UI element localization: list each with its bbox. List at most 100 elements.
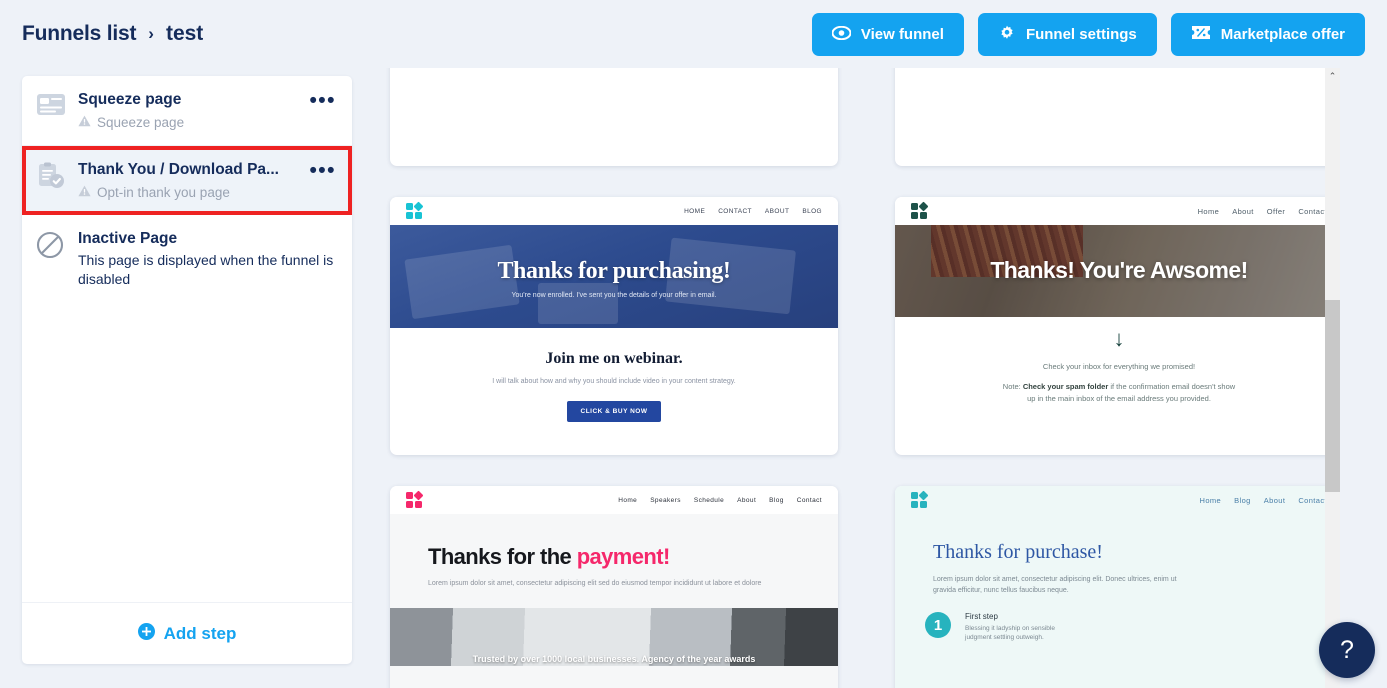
template-card-gym[interactable]: Your journey starts today with one small… (895, 68, 1331, 166)
scroll-up-arrow-icon[interactable]: ⌃ (1325, 68, 1340, 84)
warning-triangle-icon (78, 184, 91, 201)
template-grid: Schedule Meeting Check Blog Posts Your j… (371, 68, 1331, 688)
headline-paragraph: Lorem ipsum dolor sit amet, consectetur … (933, 576, 1177, 594)
nav-link[interactable]: About (737, 497, 756, 504)
step-subtitle: Opt-in thank you page (97, 185, 230, 200)
scrollbar-thumb[interactable] (1325, 300, 1340, 492)
thank-you-page-icon (36, 160, 70, 195)
ticket-icon (1191, 25, 1211, 44)
step-title: Thank You / Download Pa... (78, 161, 279, 178)
nav-links: Home About Offer Contact (1198, 207, 1327, 216)
step-body: Thank You / Download Pa... Opt-in thank … (70, 160, 309, 201)
nav-link[interactable]: Blog (1234, 496, 1251, 505)
nav-link[interactable]: Home (1200, 496, 1222, 505)
help-button[interactable]: ? (1319, 622, 1375, 678)
nav-link[interactable]: Home (618, 497, 637, 504)
nav-link[interactable]: About (1264, 496, 1286, 505)
warning-triangle-icon (78, 114, 91, 131)
template-card-purple-buttons[interactable]: Schedule Meeting Check Blog Posts (390, 68, 838, 166)
headline-block: Thanks for purchase! Lorem ipsum dolor s… (895, 514, 1331, 596)
nav-link[interactable]: HOME (684, 208, 705, 215)
step-number-badge: 1 (925, 612, 951, 638)
brand-logo-icon (406, 490, 424, 508)
note-bold: Check your spam folder (1022, 382, 1109, 391)
step-options-menu[interactable]: ••• (309, 160, 336, 181)
headline-block: Thanks for the payment! Lorem ipsum dolo… (390, 514, 838, 587)
hero-banner: Thanks! You're Awsome! (895, 225, 1331, 317)
hero-title: Thanks! You're Awsome! (990, 257, 1248, 283)
squeeze-page-icon (36, 90, 70, 123)
gear-icon (998, 24, 1016, 46)
sidebar-step-inactive-page[interactable]: Inactive Page This page is displayed whe… (22, 215, 352, 303)
step-subtitle-row: Squeeze page (78, 114, 309, 131)
nav-link[interactable]: Contact (1298, 496, 1327, 505)
step-title: First step (965, 612, 998, 621)
brand-logo-icon (911, 490, 929, 508)
step-title: Squeeze page (78, 91, 182, 108)
inactive-page-title: Inactive Page (78, 230, 178, 247)
footer-photo: Trusted by over 1000 local businesses. A… (390, 608, 838, 666)
nav-link[interactable]: Contact (797, 497, 822, 504)
mini-nav: Home Speakers Schedule About Blog Contac… (390, 486, 838, 514)
template-card-thanks-for-purchase[interactable]: Home Blog About Contact Thanks for purch… (895, 486, 1331, 688)
cta-button[interactable]: CLICK & BUY NOW (566, 401, 662, 422)
template-card-thanks-for-the-payment[interactable]: Home Speakers Schedule About Blog Contac… (390, 486, 838, 688)
sidebar-step-thank-you-page[interactable]: Thank You / Download Pa... Opt-in thank … (22, 146, 352, 215)
step-body: Squeeze page Squeeze page (70, 90, 309, 131)
note-prefix: Note: (1002, 382, 1023, 391)
nav-link[interactable]: Home (1198, 207, 1220, 216)
section-body: Join me on webinar. I will talk about ho… (390, 328, 838, 422)
eye-icon (831, 25, 852, 44)
nav-links: Home Speakers Schedule About Blog Contac… (618, 497, 822, 504)
photo-caption: Trusted by over 1000 local businesses. A… (472, 654, 756, 664)
brand-logo-icon (406, 201, 424, 219)
marketplace-offer-button[interactable]: Marketplace offer (1170, 13, 1365, 56)
nav-links: Home Blog About Contact (1200, 496, 1328, 505)
template-card-thanks-for-purchasing[interactable]: HOME CONTACT ABOUT BLOG Thanks for purch… (390, 197, 838, 455)
step-text: Blessing it ladyship on sensible judgmen… (965, 625, 1055, 641)
step-subtitle-row: Opt-in thank you page (78, 184, 309, 201)
section-body: Home Blog About Contact Thanks for purch… (895, 486, 1331, 688)
headline-plain: Thanks for the (428, 544, 577, 569)
view-funnel-label: View funnel (860, 26, 944, 43)
nav-links: HOME CONTACT ABOUT BLOG (684, 208, 822, 215)
breadcrumb: Funnels list › test (22, 22, 203, 46)
steps-list: Squeeze page Squeeze page ••• Thank You … (22, 76, 352, 602)
nav-link[interactable]: Contact (1298, 207, 1327, 216)
nav-link[interactable]: Blog (769, 497, 784, 504)
inactive-page-description: This page is displayed when the funnel i… (78, 252, 334, 287)
marketplace-offer-label: Marketplace offer (1220, 26, 1345, 43)
funnel-steps-sidebar: Squeeze page Squeeze page ••• Thank You … (22, 76, 352, 664)
hero-subtitle: You're now enrolled. I've sent you the d… (511, 292, 717, 299)
inbox-line: Check your inbox for everything we promi… (1042, 362, 1196, 371)
section-text: I will talk about how and why you should… (492, 378, 736, 385)
funnel-settings-button[interactable]: Funnel settings (977, 13, 1157, 56)
mini-nav: Home Blog About Contact (895, 486, 1331, 514)
down-arrow-icon: ↓ (1113, 326, 1125, 351)
headline-paragraph: Lorem ipsum dolor sit amet, consectetur … (428, 580, 762, 587)
page-header: Funnels list › test View funnel Funnel s… (0, 0, 1387, 68)
nav-link[interactable]: Speakers (650, 497, 681, 504)
nav-link[interactable]: CONTACT (718, 208, 752, 215)
add-step-button[interactable]: Add step (22, 602, 352, 664)
no-entry-icon (36, 229, 70, 264)
spam-note: Note: Check your spam folder if the conf… (999, 381, 1239, 405)
section-body: ↓ Check your inbox for everything we pro… (895, 317, 1331, 405)
sidebar-step-squeeze-page[interactable]: Squeeze page Squeeze page ••• (22, 76, 352, 146)
breadcrumb-funnels-list[interactable]: Funnels list (22, 22, 136, 46)
header-actions: View funnel Funnel settings Marketplace … (811, 13, 1365, 56)
nav-link[interactable]: About (1232, 207, 1254, 216)
headline-accent: payment! (576, 544, 671, 569)
nav-link[interactable]: ABOUT (765, 208, 789, 215)
template-card-thanks-youre-awsome[interactable]: Home About Offer Contact Thanks! You're … (895, 197, 1331, 455)
section-title: Join me on webinar. (545, 350, 683, 367)
nav-link[interactable]: Offer (1267, 207, 1286, 216)
gallery-scrollbar[interactable]: ⌃ (1325, 68, 1340, 688)
hero-title: Thanks for purchasing! (497, 258, 731, 284)
nav-link[interactable]: Schedule (694, 497, 724, 504)
nav-link[interactable]: BLOG (802, 208, 822, 215)
mini-nav: HOME CONTACT ABOUT BLOG (390, 197, 838, 225)
headline: Thanks for the payment! (428, 544, 800, 570)
view-funnel-button[interactable]: View funnel (811, 13, 964, 56)
step-options-menu[interactable]: ••• (309, 90, 336, 111)
